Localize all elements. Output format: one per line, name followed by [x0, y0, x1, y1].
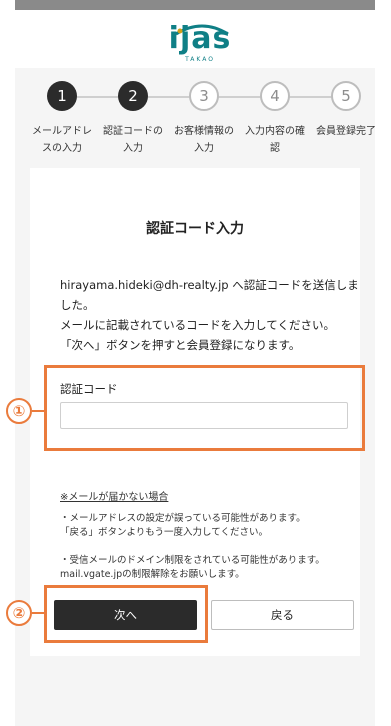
step-3-label: お客様情報の入力 [174, 126, 234, 154]
logo-subtitle: TAKAO [185, 56, 215, 63]
lead-line: メールに記載されているコードを入力してください。 [60, 318, 335, 332]
step-1-circle: 1 [47, 81, 77, 111]
highlight-box-next-button [44, 585, 208, 643]
step-5-label: 会員登録完了 [316, 126, 376, 137]
page-title: 認証コード入力 [146, 221, 244, 237]
note-line: 「戻る」ボタンよりもう一度入力してください。 [60, 527, 268, 538]
annotation-connector-2 [32, 612, 44, 614]
step-2-circle: 2 [118, 81, 148, 111]
note-title: ※メールが届かない場合 [60, 492, 169, 503]
step-4-label: 入力内容の確認 [245, 126, 305, 154]
back-button[interactable]: 戻る [211, 600, 354, 630]
step-5-circle: 5 [331, 81, 361, 111]
step-4-circle: 4 [260, 81, 290, 111]
step-1-label: メールアドレスの入力 [32, 126, 92, 154]
annotation-marker-1: ① [6, 398, 32, 424]
note-line: ・メールアドレスの設定が誤っている可能性があります。 [60, 513, 306, 524]
note-line: mail.vgate.jpの制限解除をお願いします。 [60, 569, 245, 580]
top-bar [15, 0, 375, 10]
step-3-circle: 3 [189, 81, 219, 111]
highlight-box-code-field [44, 365, 365, 451]
logo-text: ijas [168, 21, 232, 56]
annotation-marker-2: ② [6, 600, 32, 626]
lead-line: hirayama.hideki@dh-realty.jp へ認証コードを送信しま… [60, 278, 359, 312]
annotation-connector-1 [32, 410, 44, 412]
note-item: ・メールアドレスの設定が誤っている可能性があります。 「戻る」ボタンよりもう一度… [60, 512, 360, 540]
note-line: ・受信メールのドメイン制限をされている可能性があります。 [60, 555, 325, 566]
note-item: ・受信メールのドメイン制限をされている可能性があります。 mail.vgate.… [60, 554, 360, 582]
lead-line: 「次へ」ボタンを押すと会員登録になります。 [60, 338, 301, 352]
step-2-label: 認証コードの入力 [103, 126, 163, 154]
lead-text: hirayama.hideki@dh-realty.jp へ認証コードを送信しま… [60, 275, 360, 355]
ijas-logo[interactable]: ijas TAKAO [160, 20, 240, 64]
